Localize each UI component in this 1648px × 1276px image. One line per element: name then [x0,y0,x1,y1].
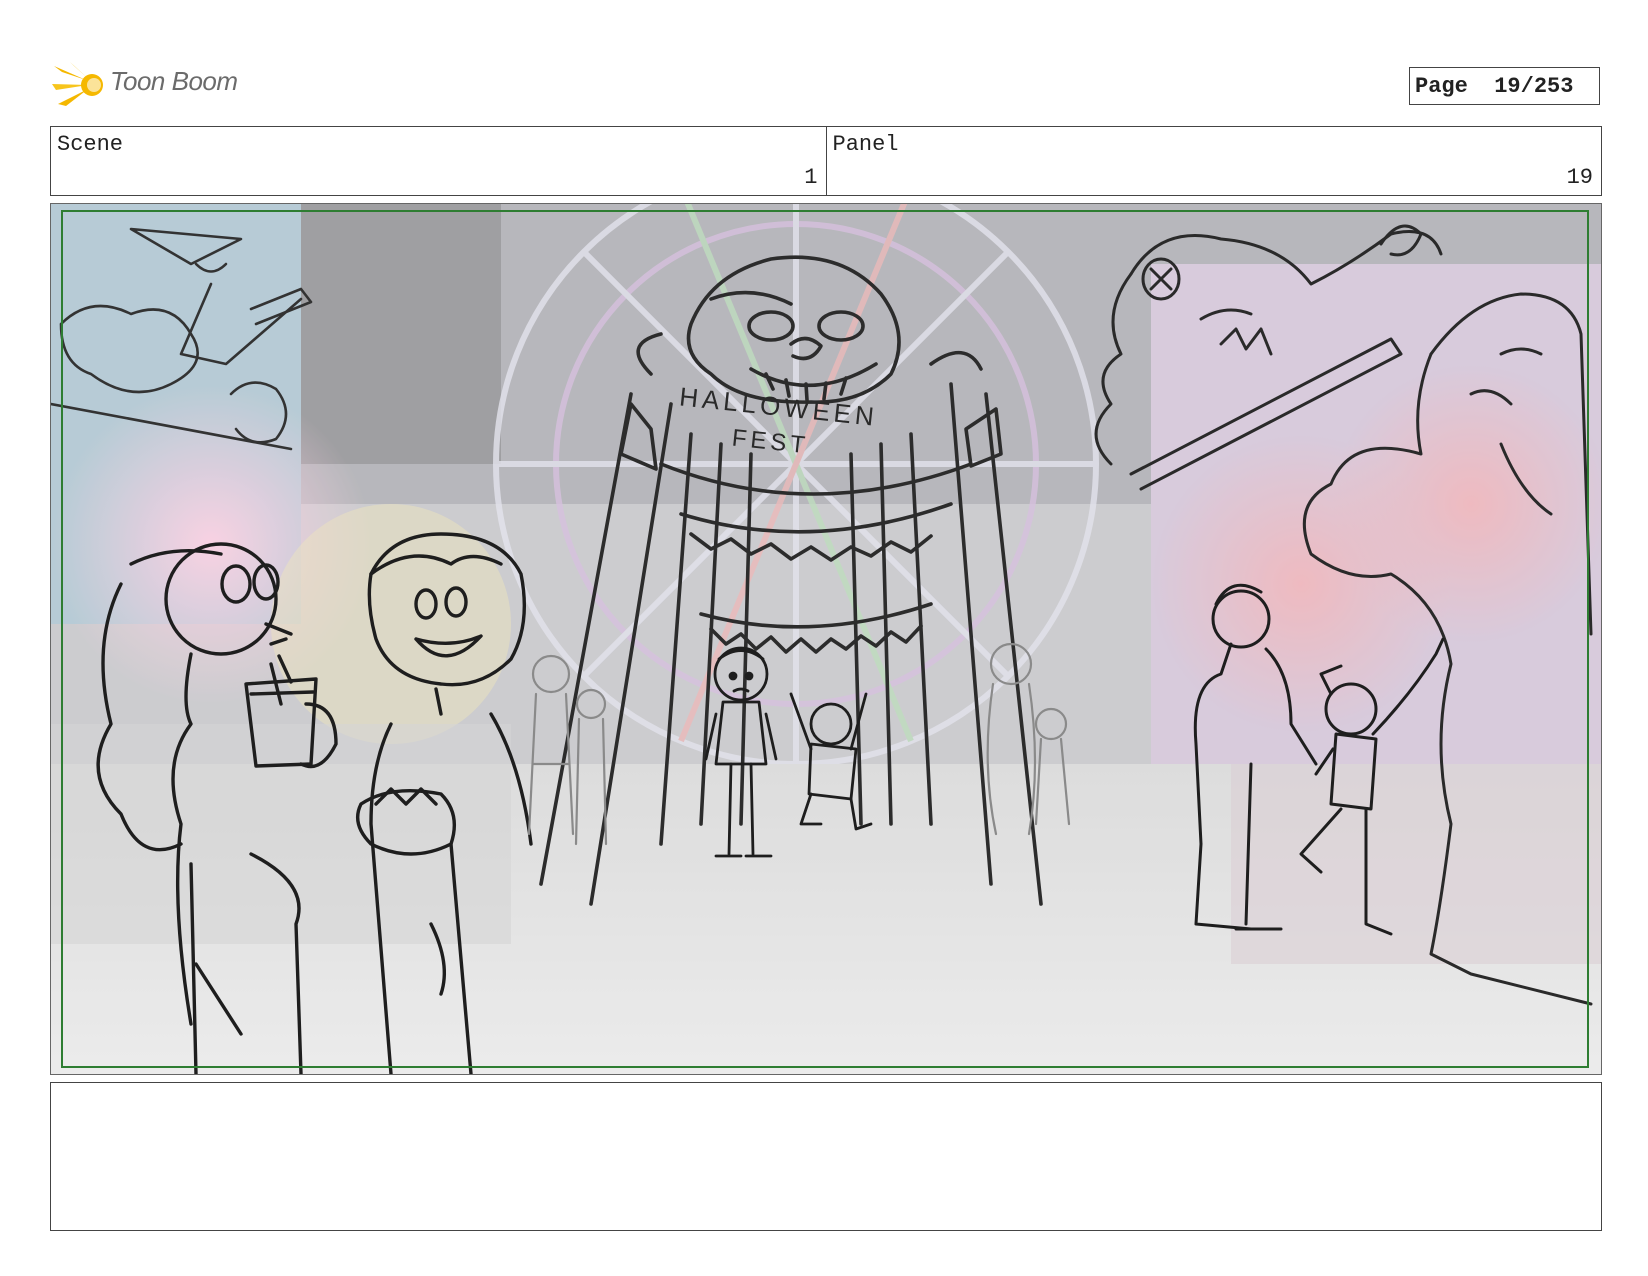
panel-notes-box[interactable] [50,1082,1602,1231]
scene-label: Scene [57,132,124,157]
toon-boom-logo: Toon Boom [52,58,262,112]
panel-label: Panel [832,132,899,157]
panel-number: 19 [1566,165,1593,190]
scene-number: 1 [804,165,818,190]
scene-panel-header: Scene 1 Panel 19 [50,126,1602,196]
page-number: 19/253 [1494,73,1574,99]
panel-cell: Panel 19 [825,127,1602,195]
page-indicator: Page 19/253 [1409,67,1600,105]
storyboard-panel: HALLOWEEN FEST [50,203,1602,1075]
page-label: Page [1415,73,1468,99]
logo-text: Toon Boom [110,66,238,96]
storyboard-sketch: HALLOWEEN FEST [51,204,1601,1074]
flare-icon [52,62,103,106]
scene-cell: Scene 1 [51,127,826,195]
